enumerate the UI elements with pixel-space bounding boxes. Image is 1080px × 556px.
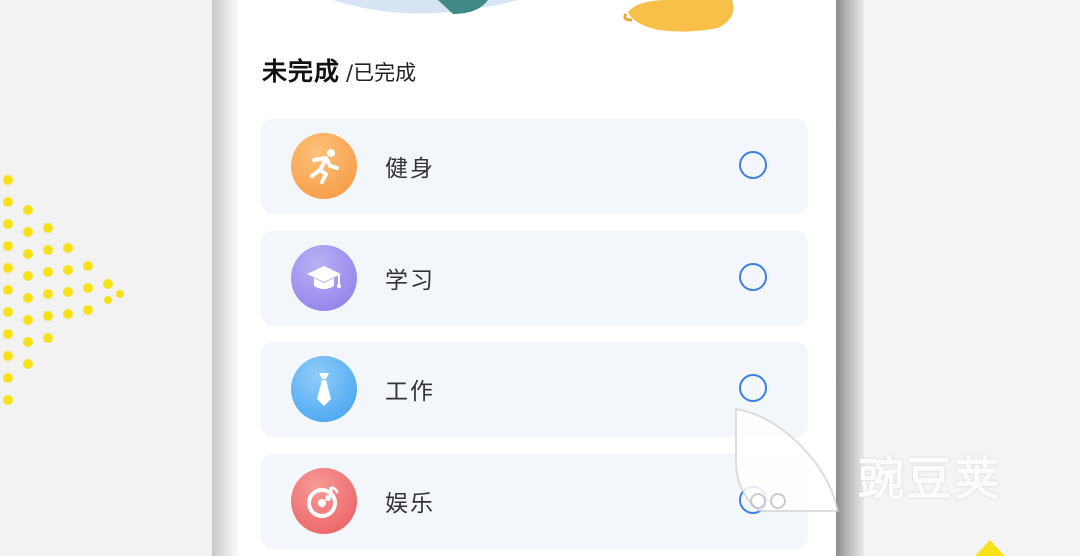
task-card-entertainment[interactable]: 娱乐 [261, 454, 808, 549]
phone-frame-right [836, 0, 864, 556]
task-label: 工作 [385, 379, 435, 405]
task-label: 健身 [385, 156, 435, 182]
complete-checkbox[interactable] [739, 263, 767, 291]
graduation-cap-icon [291, 245, 357, 311]
task-card-work[interactable]: 工作 [261, 342, 808, 437]
task-label: 娱乐 [385, 491, 435, 517]
app-screen: 未完成 /已完成 健身 学习 工作 娱乐 [238, 0, 836, 556]
running-person-icon [291, 133, 357, 199]
dot-pattern-decoration [3, 175, 124, 405]
task-label: 学习 [385, 268, 435, 294]
header-illustration [333, 0, 734, 32]
music-disc-icon [291, 468, 357, 534]
right-background [862, 0, 1080, 556]
tab-incomplete[interactable]: 未完成 [262, 52, 340, 88]
complete-checkbox[interactable] [739, 151, 767, 179]
task-card-fitness[interactable]: 健身 [261, 119, 808, 214]
tab-complete[interactable]: /已完成 [346, 57, 416, 87]
complete-checkbox[interactable] [739, 374, 767, 402]
necktie-icon [291, 356, 357, 422]
task-card-study[interactable]: 学习 [261, 231, 808, 326]
left-background [0, 0, 212, 556]
status-tabs: 未完成 /已完成 [262, 52, 416, 88]
complete-checkbox[interactable] [739, 486, 767, 514]
corner-triangle-decoration [975, 540, 1005, 556]
